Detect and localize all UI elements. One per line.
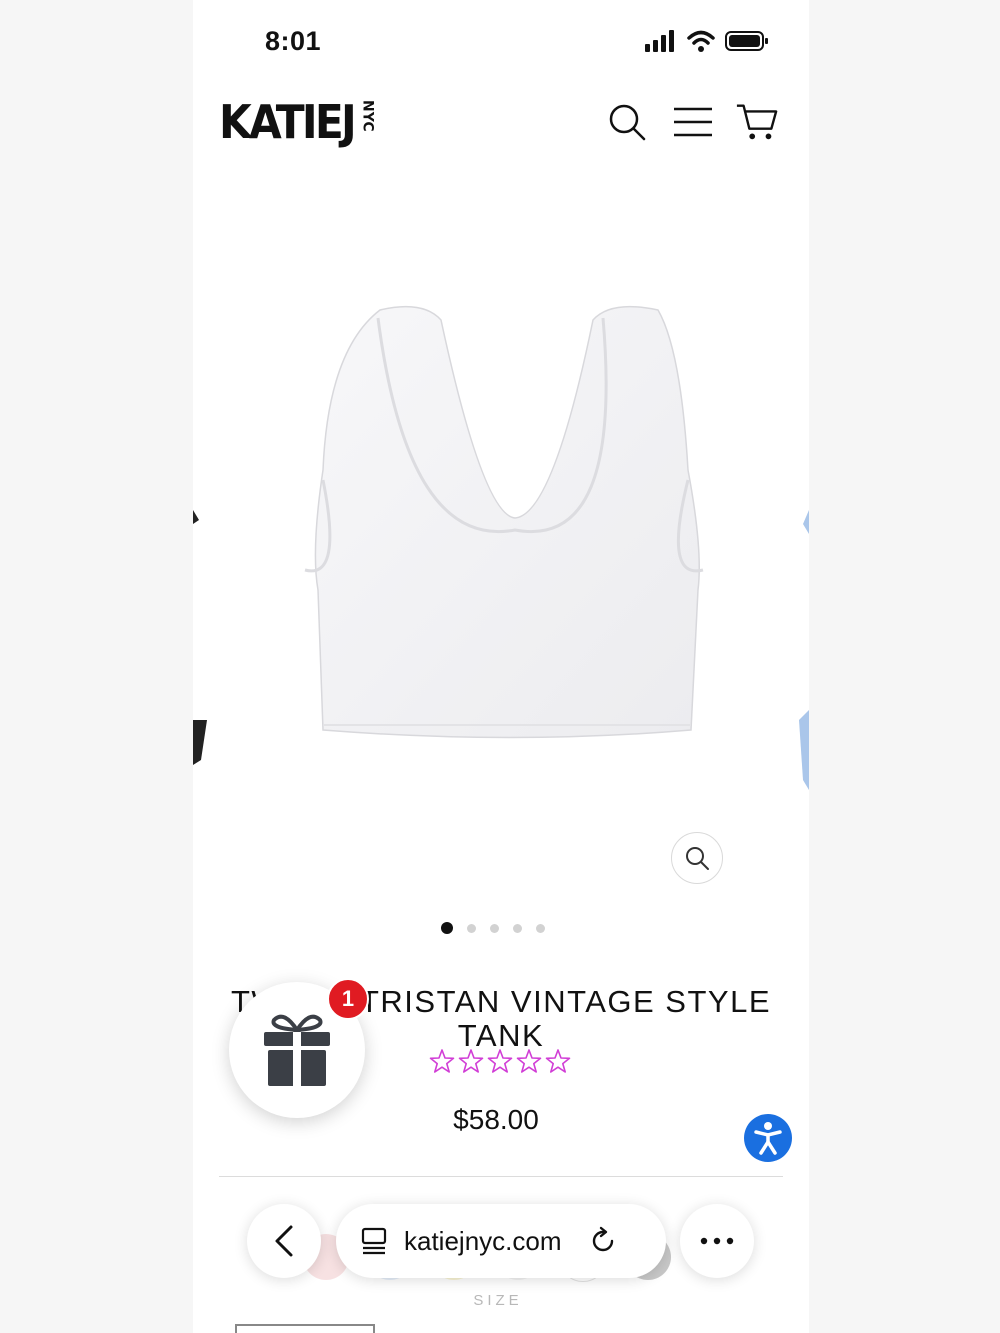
more-icon (700, 1237, 734, 1245)
cart-icon (736, 104, 778, 140)
browser-back-button[interactable] (247, 1204, 321, 1278)
star-icon (487, 1049, 513, 1073)
pagination-dot-3[interactable] (490, 923, 499, 933)
store-logo[interactable]: KATIEJ NYC (219, 96, 376, 148)
gallery-pagination (441, 922, 545, 934)
back-icon (275, 1225, 293, 1257)
star-icon (545, 1049, 571, 1073)
browser-url[interactable]: katiejnyc.com (404, 1226, 562, 1257)
pagination-dot-2[interactable] (467, 923, 476, 933)
menu-icon (674, 107, 712, 137)
status-time: 8:01 (265, 26, 322, 56)
cellular-signal-icon (645, 30, 674, 52)
accessibility-icon (754, 1122, 782, 1155)
reload-icon[interactable] (588, 1226, 618, 1256)
search-icon (609, 104, 646, 141)
status-icons (645, 30, 769, 52)
next-product-peek (799, 510, 809, 790)
size-label: SIZE (473, 1292, 523, 1309)
menu-button[interactable] (671, 100, 715, 144)
section-divider (219, 1176, 783, 1177)
phone-screen: 8:01 KATIEJ NYC TWEEN TRISTAN VINTAGE ST… (193, 0, 809, 1333)
rating-stars[interactable] (429, 1048, 571, 1074)
accessibility-button[interactable] (744, 1114, 792, 1162)
battery-icon (725, 31, 768, 51)
tabs-icon[interactable] (360, 1226, 390, 1256)
browser-more-button[interactable] (680, 1204, 754, 1278)
size-option[interactable] (235, 1324, 375, 1333)
gift-badge: 1 (327, 978, 369, 1020)
product-image (304, 305, 704, 739)
pagination-dot-1[interactable] (441, 922, 453, 934)
gift-icon (264, 1014, 330, 1086)
pagination-dot-5[interactable] (536, 923, 545, 933)
pagination-dot-4[interactable] (513, 923, 522, 933)
browser-address-bar[interactable]: katiejnyc.com (336, 1204, 666, 1278)
cart-button[interactable] (735, 100, 779, 144)
logo-sub: NYC (359, 100, 376, 132)
product-gallery[interactable] (193, 170, 809, 910)
star-icon (516, 1049, 542, 1073)
zoom-icon (686, 847, 709, 870)
star-icon (429, 1049, 455, 1073)
wifi-icon (687, 30, 715, 52)
zoom-button[interactable] (671, 832, 723, 884)
logo-wordmark: KATIEJ (219, 95, 357, 149)
prev-product-peek (193, 510, 207, 765)
star-icon (458, 1049, 484, 1073)
search-button[interactable] (605, 100, 649, 144)
backdrop-right (809, 0, 1000, 1333)
backdrop-left (0, 0, 193, 1333)
